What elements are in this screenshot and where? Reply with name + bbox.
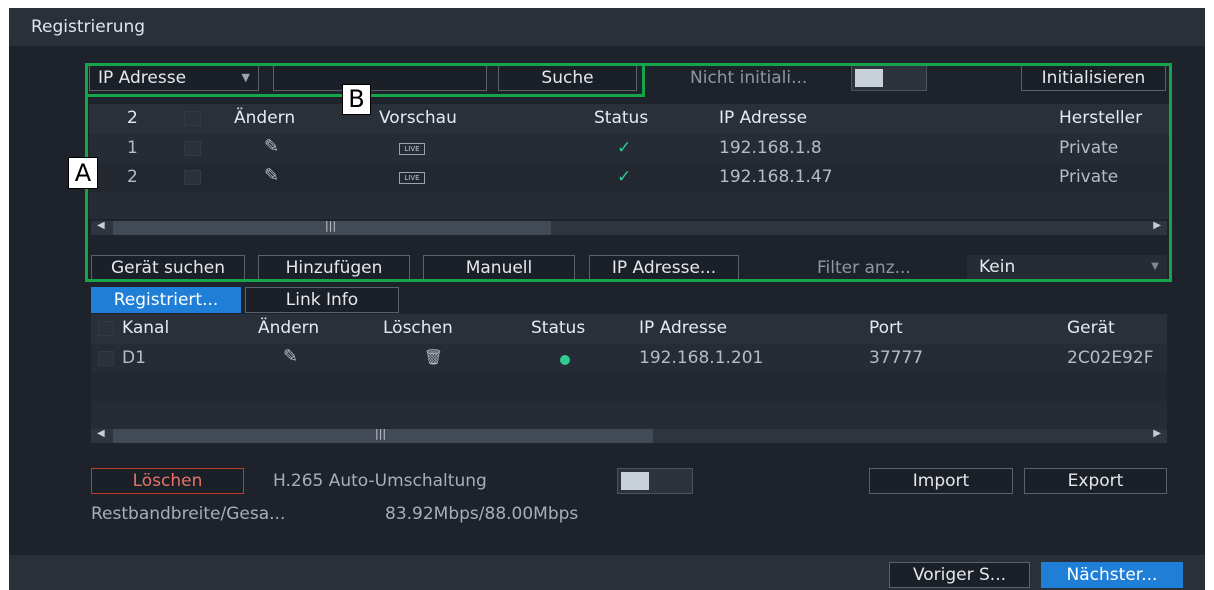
empty-row [91,401,1167,429]
next-step-button[interactable]: Nächster... [1041,562,1183,588]
col-ip: IP Adresse [639,318,728,338]
delete-button[interactable]: Löschen [91,468,244,494]
row-channel: D1 [122,348,146,368]
col-port: Port [869,318,903,338]
scrollbar-grip-icon: ||| [375,427,387,440]
callout-label-a: A [68,157,98,189]
scroll-left-icon[interactable]: ◀ [97,428,105,439]
row-checkbox[interactable] [98,351,114,366]
select-all-checkbox[interactable] [98,321,114,336]
callout-label-b: B [342,84,371,115]
col-channel: Kanal [122,318,170,338]
h265-label: H.265 Auto-Umschaltung [273,471,487,491]
empty-row [91,373,1167,401]
export-button[interactable]: Export [1024,468,1167,494]
status-online-dot [560,355,570,365]
edit-icon[interactable]: ✎ [283,346,298,367]
import-button[interactable]: Import [869,468,1013,494]
tab-registered[interactable]: Registriert... [91,287,241,313]
trash-icon[interactable]: 🗑 [424,348,443,366]
row-device: 2C02E92F [1067,348,1154,368]
scroll-right-icon[interactable]: ▶ [1153,428,1161,439]
registered-table-scrollbar[interactable]: ◀ ||| ▶ [91,427,1167,443]
bandwidth-value: 83.92Mbps/88.00Mbps [385,504,579,524]
col-edit: Ändern [258,318,320,338]
previous-step-button[interactable]: Voriger S... [889,562,1030,588]
window-title: Registrierung [31,17,146,37]
col-delete: Löschen [383,318,453,338]
row-ip: 192.168.1.201 [639,348,764,368]
toggle-knob [621,472,649,490]
highlight-frame-a [85,63,1172,282]
bandwidth-label: Restbandbreite/Gesa... [91,504,286,524]
registered-device-row[interactable]: D1 ✎ 🗑 192.168.1.201 37777 2C02E92F [91,344,1167,373]
title-bar: Registrierung [9,8,1205,46]
col-status: Status [531,318,586,338]
col-device: Gerät [1067,318,1115,338]
tab-link-info[interactable]: Link Info [245,287,399,313]
registered-table-header: Kanal Ändern Löschen Status IP Adresse P… [91,314,1167,344]
h265-toggle[interactable] [617,468,693,494]
row-port: 37777 [869,348,924,368]
